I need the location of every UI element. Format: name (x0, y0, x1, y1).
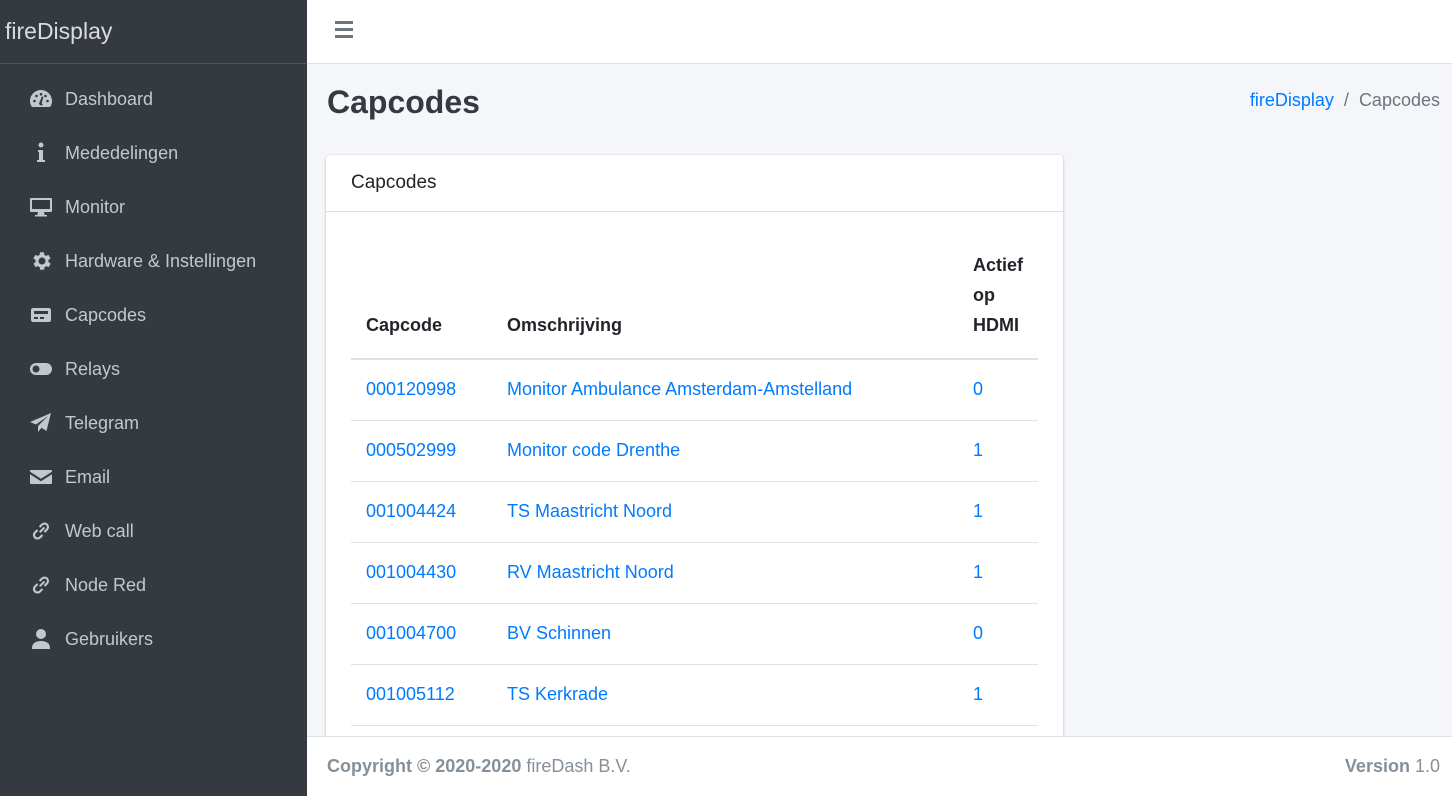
sidebar-item-label: Relays (65, 358, 121, 379)
brand-title: fireDisplay (5, 18, 113, 44)
gear-icon (28, 248, 54, 274)
capcode-link[interactable]: 000120998 (366, 379, 456, 399)
description-link[interactable]: Monitor code Drenthe (507, 440, 680, 460)
table-row: 000502999 Monitor code Drenthe 1 (351, 420, 1038, 482)
sidebar-item-telegram[interactable]: Telegram (0, 396, 307, 450)
sidebar: fireDisplay Dashboard Mededelingen Monit… (0, 0, 307, 796)
description-link[interactable]: TS Maastricht Noord (507, 501, 672, 521)
breadcrumb-home-link[interactable]: fireDisplay (1250, 90, 1334, 111)
card-body: Capcode Omschrijving Actief op HDMI 0001… (326, 250, 1063, 726)
sidebar-item-dashboard[interactable]: Dashboard (0, 72, 307, 126)
brand-link[interactable]: fireDisplay (0, 0, 307, 64)
sidebar-item-label: Web call (65, 520, 134, 541)
hdmi-link[interactable]: 0 (973, 379, 983, 399)
column-header-capcode: Capcode (351, 250, 492, 360)
sidebar-item-hardware-instellingen[interactable]: Hardware & Instellingen (0, 234, 307, 288)
capcode-link[interactable]: 001005112 (366, 684, 455, 704)
sidebar-item-capcodes[interactable]: Capcodes (0, 288, 307, 342)
sidebar-item-label: Mededelingen (65, 142, 179, 163)
sidebar-item-label: Hardware & Instellingen (65, 250, 257, 271)
hdmi-link[interactable]: 1 (973, 501, 983, 521)
sidebar-item-relays[interactable]: Relays (0, 342, 307, 396)
description-link[interactable]: Monitor Ambulance Amsterdam-Amstelland (507, 379, 852, 399)
card-title: Capcodes (326, 155, 1063, 212)
capcode-link[interactable]: 001004700 (366, 623, 456, 643)
sidebar-item-email[interactable]: Email (0, 450, 307, 504)
hdmi-link[interactable]: 0 (973, 623, 983, 643)
table-row: 001004700 BV Schinnen 0 (351, 603, 1038, 665)
description-link[interactable]: TS Kerkrade (507, 684, 608, 704)
sidebar-nav: Dashboard Mededelingen Monitor Hardware … (0, 64, 307, 666)
description-link[interactable]: RV Maastricht Noord (507, 562, 674, 582)
capcode-link[interactable]: 000502999 (366, 440, 456, 460)
table-row: 001004430 RV Maastricht Noord 1 (351, 542, 1038, 604)
sidebar-item-label: Gebruikers (65, 628, 154, 649)
table-row: 001005112 TS Kerkrade 1 (351, 664, 1038, 726)
capcode-link[interactable]: 001004430 (366, 562, 456, 582)
pager-icon (28, 302, 54, 328)
top-navbar (307, 0, 1452, 64)
version-number: 1.0 (1414, 756, 1440, 776)
version-label: Version (1344, 756, 1410, 776)
copyright-label: Copyright © 2020-2020 (327, 756, 522, 776)
user-icon (28, 626, 54, 652)
page-title: Capcodes (327, 84, 480, 120)
sidebar-item-node-red[interactable]: Node Red (0, 558, 307, 612)
sidebar-item-gebruikers[interactable]: Gebruikers (0, 612, 307, 666)
breadcrumb-separator: / (1343, 90, 1349, 110)
column-header-description: Omschrijving (492, 250, 958, 360)
sidebar-item-label: Capcodes (65, 304, 147, 325)
sidebar-item-label: Dashboard (65, 88, 154, 109)
table-row: 000120998 Monitor Ambulance Amsterdam-Am… (351, 359, 1038, 421)
sidebar-item-label: Monitor (65, 196, 126, 217)
tachometer-icon (28, 86, 54, 112)
hamburger-icon[interactable] (335, 18, 357, 40)
footer-version: Version 1.0 (1345, 756, 1440, 777)
hdmi-link[interactable]: 1 (973, 440, 983, 460)
link-icon (28, 572, 54, 598)
sidebar-item-web-call[interactable]: Web call (0, 504, 307, 558)
desktop-icon (28, 194, 54, 220)
sidebar-item-monitor[interactable]: Monitor (0, 180, 307, 234)
capcode-link[interactable]: 001004424 (366, 501, 456, 521)
envelope-icon (28, 464, 54, 490)
sidebar-item-label: Email (65, 466, 111, 487)
hdmi-link[interactable]: 1 (973, 684, 983, 704)
table-header-row: Capcode Omschrijving Actief op HDMI (351, 250, 1038, 360)
sidebar-item-label: Node Red (65, 574, 147, 595)
description-link[interactable]: BV Schinnen (507, 623, 611, 643)
company-name: fireDash B.V. (526, 756, 631, 776)
sidebar-item-mededelingen[interactable]: Mededelingen (0, 126, 307, 180)
footer: Copyright © 2020-2020 fireDash B.V. Vers… (307, 736, 1452, 796)
breadcrumb-current: Capcodes (1358, 90, 1440, 110)
capcodes-card: Capcodes Capcode Omschrijving Actief op … (326, 155, 1063, 755)
table-row: 001004424 TS Maastricht Noord 1 (351, 481, 1038, 543)
info-icon (28, 140, 54, 166)
paper-plane-icon (28, 410, 54, 436)
sidebar-item-label: Telegram (65, 412, 140, 433)
toggle-icon (28, 356, 54, 382)
capcodes-table: Capcode Omschrijving Actief op HDMI 0001… (351, 250, 1038, 726)
link-icon (28, 518, 54, 544)
breadcrumb: fireDisplay / Capcodes (1250, 90, 1440, 111)
footer-copyright: Copyright © 2020-2020 fireDash B.V. (327, 756, 631, 777)
column-header-hdmi: Actief op HDMI (957, 250, 1038, 360)
hdmi-link[interactable]: 1 (973, 562, 983, 582)
